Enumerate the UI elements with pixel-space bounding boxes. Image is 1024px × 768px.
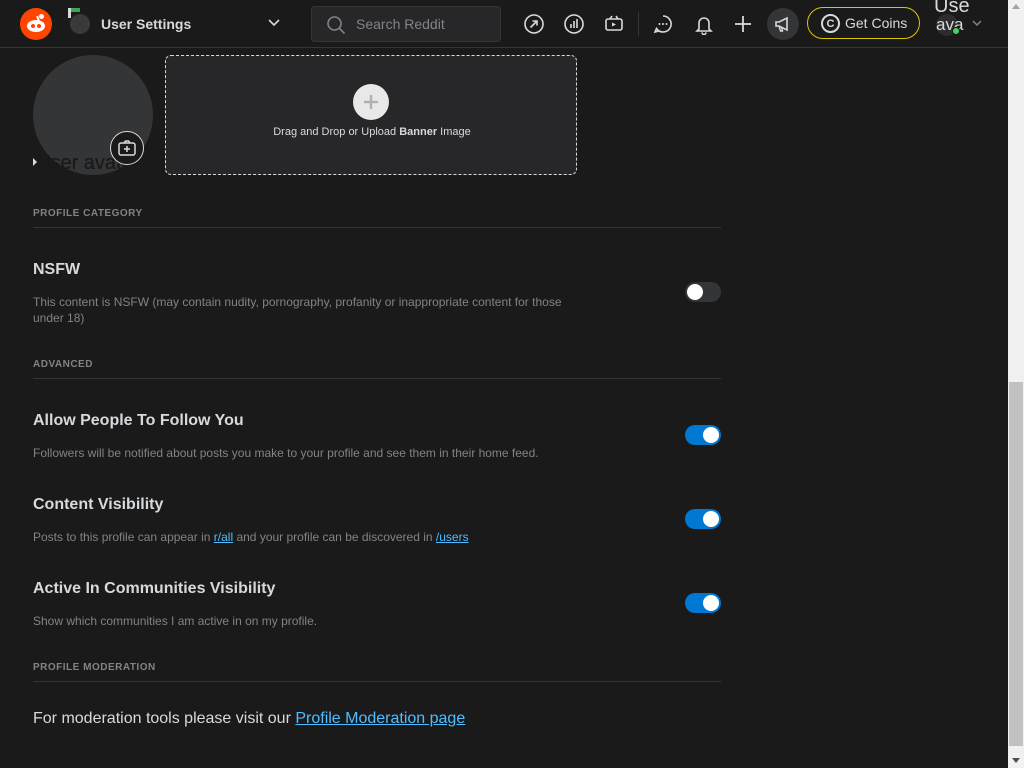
notification-bell-icon[interactable] bbox=[692, 12, 716, 36]
toggle-knob bbox=[687, 284, 703, 300]
toggle-knob bbox=[703, 427, 719, 443]
section-profile-category: PROFILE CATEGORY bbox=[33, 208, 721, 228]
content-visibility-text-2: and your profile can be discovered in bbox=[233, 530, 436, 544]
switcher-flag-icon-accent bbox=[71, 8, 80, 12]
page-scrollbar[interactable] bbox=[1008, 0, 1024, 768]
nsfw-description: This content is NSFW (may contain nudity… bbox=[33, 295, 562, 325]
banner-text-prefix: Drag and Drop or Upload bbox=[273, 126, 400, 138]
switcher-avatar bbox=[70, 14, 90, 34]
advertise-megaphone-icon[interactable] bbox=[767, 8, 799, 40]
profile-moderation-link[interactable]: Profile Moderation page bbox=[295, 710, 465, 727]
top-header: User Settings C Get Coins Use ava bbox=[0, 0, 1008, 48]
scroll-thumb[interactable] bbox=[1009, 382, 1023, 746]
chevron-down-icon bbox=[268, 19, 280, 27]
logo-face bbox=[27, 20, 45, 32]
moderation-text: For moderation tools please visit our bbox=[33, 710, 296, 727]
communities-visibility-description: Show which communities I am active in on… bbox=[33, 614, 318, 628]
video-icon[interactable] bbox=[602, 12, 626, 36]
content-visibility-title: Content Visibility bbox=[33, 496, 164, 513]
add-image-icon bbox=[118, 140, 136, 156]
content-visibility-description: Posts to this profile can appear in r/al… bbox=[33, 529, 653, 545]
allow-follow-title: Allow People To Follow You bbox=[33, 412, 244, 429]
reddit-logo[interactable] bbox=[20, 8, 52, 40]
popular-arrow-icon[interactable] bbox=[522, 12, 546, 36]
moderation-info: For moderation tools please visit our Pr… bbox=[33, 710, 465, 728]
content-visibility-text-1: Posts to this profile can appear in bbox=[33, 530, 214, 544]
communities-visibility-title: Active In Communities Visibility bbox=[33, 580, 276, 597]
scroll-down-arrow[interactable] bbox=[1012, 758, 1020, 763]
logo-antenna bbox=[39, 14, 44, 19]
r-all-link[interactable]: r/all bbox=[214, 530, 233, 544]
logo-eye-left bbox=[31, 24, 35, 28]
user-menu[interactable]: Use ava bbox=[932, 0, 992, 48]
section-profile-moderation: PROFILE MODERATION bbox=[33, 662, 721, 682]
toggle-knob bbox=[703, 511, 719, 527]
nsfw-toggle[interactable] bbox=[685, 282, 721, 302]
users-link[interactable]: /users bbox=[436, 530, 469, 544]
stats-icon[interactable] bbox=[562, 12, 586, 36]
chat-icon[interactable] bbox=[651, 12, 675, 36]
add-banner-icon bbox=[353, 84, 389, 120]
content-visibility-toggle[interactable] bbox=[685, 509, 721, 529]
online-status-dot bbox=[952, 27, 960, 35]
nsfw-title: NSFW bbox=[33, 261, 81, 278]
banner-upload-dropzone[interactable]: Drag and Drop or Upload Banner Image bbox=[165, 55, 577, 175]
community-switcher[interactable]: User Settings bbox=[66, 8, 290, 40]
scroll-up-arrow[interactable] bbox=[1012, 4, 1020, 9]
page-title: User Settings bbox=[101, 16, 192, 32]
coin-icon: C bbox=[821, 14, 840, 33]
banner-upload-text: Drag and Drop or Upload Banner Image bbox=[166, 126, 578, 138]
search-bar[interactable] bbox=[311, 6, 501, 42]
create-plus-icon[interactable] bbox=[731, 12, 755, 36]
header-divider bbox=[638, 12, 639, 36]
banner-text-suffix: Image bbox=[437, 126, 471, 138]
search-input[interactable] bbox=[356, 14, 496, 34]
toggle-knob bbox=[703, 595, 719, 611]
get-coins-label: Get Coins bbox=[845, 15, 908, 31]
upload-avatar-button[interactable] bbox=[110, 131, 144, 165]
banner-text-bold: Banner bbox=[399, 126, 438, 138]
chevron-down-icon bbox=[972, 20, 982, 27]
logo-eye-right bbox=[37, 24, 41, 28]
get-coins-button[interactable]: C Get Coins bbox=[807, 7, 920, 39]
section-advanced: ADVANCED bbox=[33, 359, 721, 379]
communities-visibility-toggle[interactable] bbox=[685, 593, 721, 613]
allow-follow-toggle[interactable] bbox=[685, 425, 721, 445]
allow-follow-description: Followers will be notified about posts y… bbox=[33, 446, 539, 460]
search-icon bbox=[327, 16, 346, 35]
